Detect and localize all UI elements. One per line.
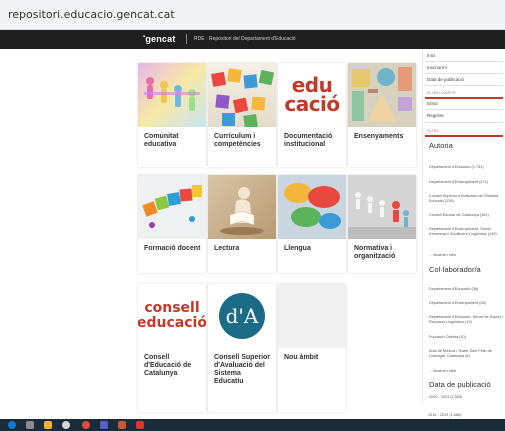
card-label: Currículum i competències	[214, 133, 261, 148]
consell-educacio-logo: consell educació	[138, 284, 206, 348]
edge-icon[interactable]	[62, 421, 70, 429]
card-formacio-docent[interactable]: Formació docent	[138, 175, 206, 273]
category-grid: Comunitat educativa Currículum i competè…	[138, 63, 416, 413]
accent-divider	[425, 135, 503, 137]
page: repositori.educacio.gencat.cat ▪gencat R…	[0, 0, 505, 431]
autoria-item[interactable]: Departament d'Ensenyament (471)	[429, 180, 503, 185]
autoria-item[interactable]: Departament d'Ensenyament. Servei d'Imme…	[429, 227, 503, 237]
csa-logo: d'A	[208, 284, 276, 348]
divider	[425, 122, 503, 123]
card-label: Lectura	[214, 245, 240, 252]
sidebar-link-inscriure[interactable]: Inscriure's	[427, 65, 447, 70]
sidebar-link-entra[interactable]: Entra	[427, 101, 438, 106]
search-icon[interactable]	[26, 421, 34, 429]
browser-address-bar[interactable]: repositori.educacio.gencat.cat	[0, 0, 505, 30]
autoria-show-more-link[interactable]: ... Mostra'n més	[429, 253, 503, 258]
speech-bubbles-image	[278, 175, 346, 239]
right-sidebar: Inici Inscriure's Data de publicació EL …	[422, 49, 505, 401]
card-label: Formació docent	[144, 245, 201, 252]
card-label: Ensenyaments	[354, 133, 404, 140]
card-label: Comunitat educativa	[144, 133, 179, 148]
card-label: Normativa i organització	[354, 245, 396, 260]
card-normativa-organitzacio[interactable]: Normativa i organització	[348, 175, 416, 273]
app-icon[interactable]	[118, 421, 126, 429]
folder-icon[interactable]	[44, 421, 52, 429]
colaborador-item[interactable]: Aula de Música i Teatre Sant Feliu de Ll…	[429, 349, 503, 359]
card-comunitat-educativa[interactable]: Comunitat educativa	[138, 63, 206, 167]
puzzle-people-image	[138, 175, 206, 239]
card-lectura[interactable]: Lectura	[208, 175, 276, 273]
autoria-item[interactable]: Consell Superior d'Avaluació del Sistema…	[429, 194, 503, 204]
date-range-item[interactable]: 2015 - 2019 (1.666)	[428, 413, 502, 418]
alphabet-blocks-image	[208, 63, 276, 127]
card-llengua[interactable]: Llengua	[278, 175, 346, 273]
card-documentacio-institucional[interactable]: edu cació Documentació institucional	[278, 63, 346, 167]
app-icon[interactable]	[100, 421, 108, 429]
csa-logo-mark: d'A	[219, 293, 265, 339]
sidebar-link-data[interactable]: Data de publicació	[427, 77, 464, 82]
colaborador-item[interactable]: Departament d'Educació (36)	[429, 287, 503, 292]
card-label: Consell Superior d'Avaluació del Sistema…	[214, 354, 271, 385]
chrome-icon[interactable]	[82, 421, 90, 429]
card-nou-ambit[interactable]: Nou àmbit	[278, 284, 346, 412]
colaborador-heading: Col·laborador/a	[429, 265, 481, 274]
divider	[425, 73, 503, 74]
divider	[425, 109, 503, 110]
reading-figure-image	[208, 175, 276, 239]
accent-divider	[425, 97, 503, 99]
sidebar-caption-filter: FILTRA	[427, 129, 439, 133]
edu-cacio-logo: edu cació	[278, 63, 346, 127]
data-publicacio-heading: Data de publicació	[429, 380, 491, 389]
card-label: Consell d'Educació de Catalunya	[144, 354, 192, 377]
card-label: Llengua	[284, 245, 311, 252]
site-header: ▪gencat RDE · Repositori del Departament…	[0, 30, 505, 49]
date-range-item[interactable]: 2020 - 2024 (2.583)	[429, 395, 503, 400]
gencat-logo[interactable]: ▪gencat	[143, 34, 176, 44]
card-consell-superior-avaluacio[interactable]: d'A Consell Superior d'Avaluació del Sis…	[208, 284, 276, 412]
card-consell-educacio-catalunya[interactable]: consell educació Consell d'Educació de C…	[138, 284, 206, 412]
start-icon[interactable]	[8, 421, 16, 429]
autoria-heading: Autoria	[429, 141, 453, 150]
colaborador-item[interactable]: Fundació Orienta (10)	[429, 335, 503, 340]
sidebar-link-inici[interactable]: Inici	[427, 53, 435, 58]
wooden-shapes-image	[348, 63, 416, 127]
divider	[425, 61, 503, 62]
figures-image	[348, 175, 416, 239]
os-taskbar	[0, 419, 505, 431]
card-ensenyaments[interactable]: Ensenyaments	[348, 63, 416, 167]
app-icon[interactable]	[136, 421, 144, 429]
header-divider	[186, 34, 187, 44]
blank-image	[278, 284, 346, 348]
divider	[425, 85, 503, 86]
autoria-item[interactable]: Consell Escolar de Catalunya (161)	[429, 213, 503, 218]
card-curriculum-competencies[interactable]: Currículum i competències	[208, 63, 276, 167]
paper-people-image	[138, 63, 206, 127]
colaborador-item[interactable]: Departament d'Educació. Servei de Suport…	[429, 315, 503, 325]
autoria-item[interactable]: Departament d'Educació (1.741)	[429, 165, 503, 170]
sidebar-link-registre[interactable]: Registre	[427, 113, 444, 118]
header-subtitle[interactable]: RDE · Repositori del Departament d'Educa…	[194, 36, 296, 42]
card-label: Documentació institucional	[284, 133, 333, 148]
colaborador-item[interactable]: Departament d'Ensenyament (28)	[429, 301, 503, 306]
card-label: Nou àmbit	[284, 354, 319, 361]
url-text[interactable]: repositori.educacio.gencat.cat	[8, 8, 175, 21]
sidebar-caption-account: EL MEU COMPTE	[427, 91, 456, 95]
colaborador-show-more-link[interactable]: ... Mostra'n més	[429, 369, 503, 374]
